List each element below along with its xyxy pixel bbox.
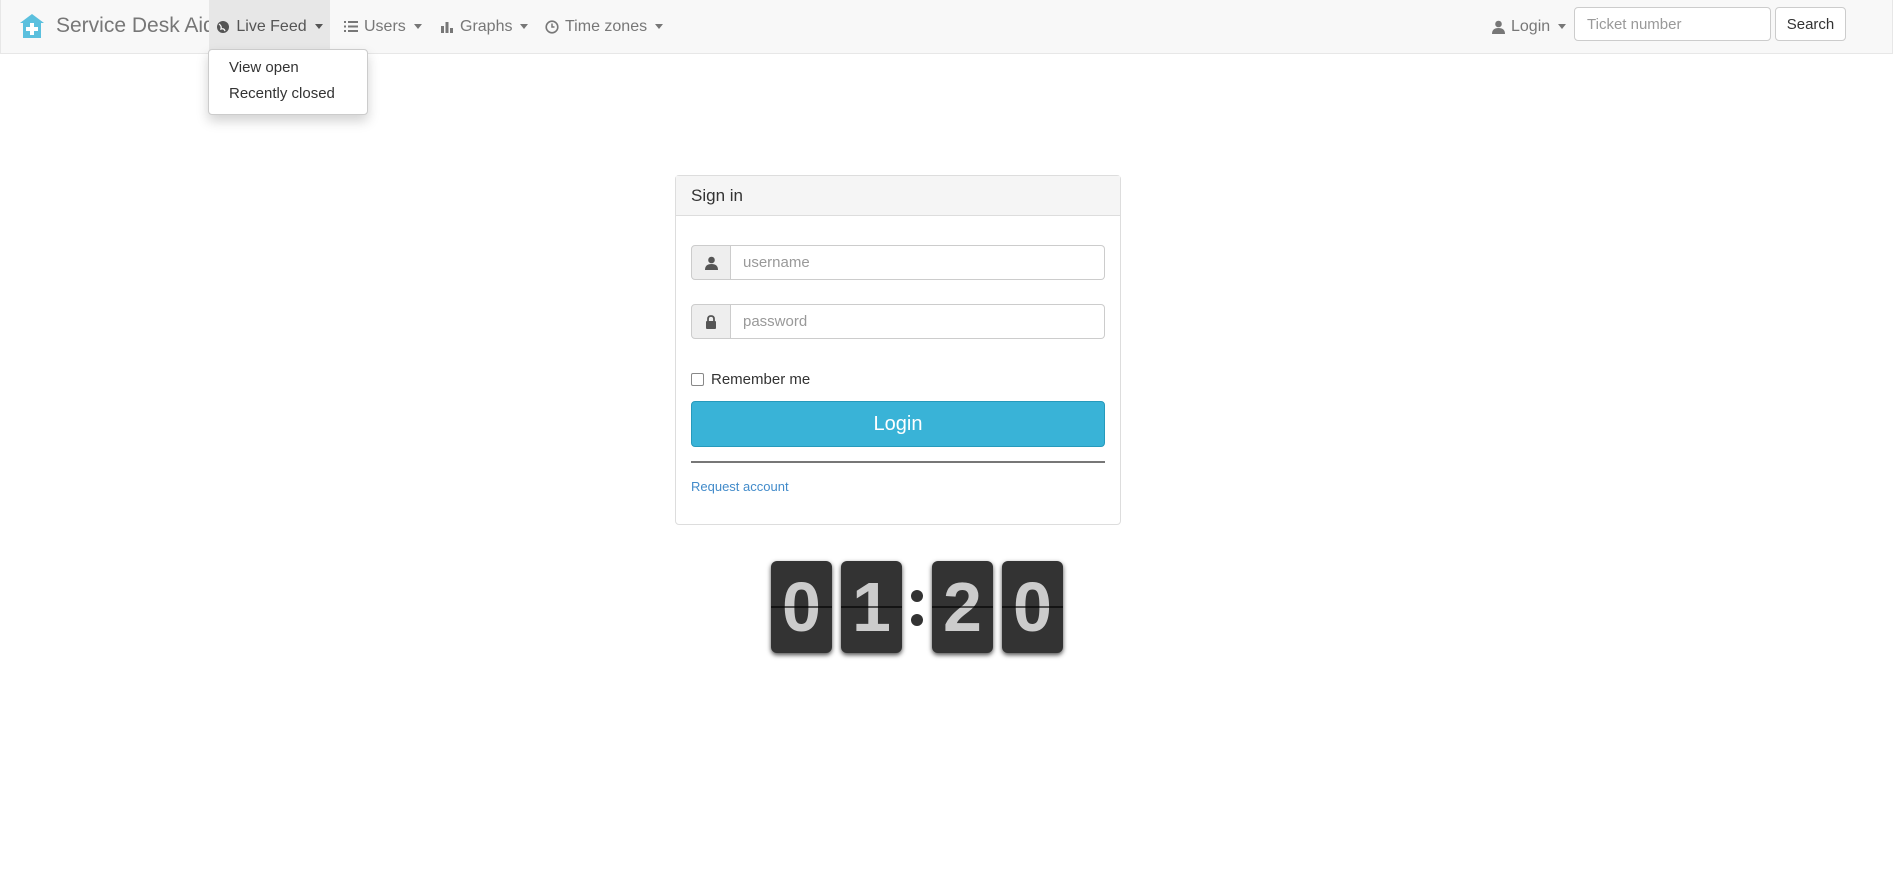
service-desk-logo-icon xyxy=(18,12,46,40)
nav-users[interactable]: Users xyxy=(344,0,422,53)
live-feed-dropdown-menu: View open Recently closed xyxy=(208,49,368,115)
password-input-group xyxy=(691,304,1105,339)
globe-icon xyxy=(216,20,230,34)
dropdown-item-recently-closed[interactable]: Recently closed xyxy=(229,85,335,102)
chevron-down-icon xyxy=(314,24,323,29)
brand[interactable]: Service Desk Aid xyxy=(18,8,215,44)
brand-name: Service Desk Aid xyxy=(56,14,215,37)
sign-in-panel: Sign in Remember me Login Request accoun… xyxy=(675,175,1121,525)
nav-login-label: Login xyxy=(1511,17,1551,35)
remember-me-label: Remember me xyxy=(711,371,811,388)
remember-me-checkbox[interactable] xyxy=(691,373,704,386)
nav-login[interactable]: Login xyxy=(1492,0,1567,53)
nav-live-feed-label: Live Feed xyxy=(236,17,307,35)
chevron-down-icon xyxy=(655,24,664,29)
chevron-down-icon xyxy=(520,24,529,29)
nav-time-zones[interactable]: Time zones xyxy=(545,0,664,53)
list-icon xyxy=(344,20,358,33)
username-input-group xyxy=(691,245,1105,280)
chevron-down-icon xyxy=(1558,24,1567,29)
login-button[interactable]: Login xyxy=(691,401,1105,447)
clock-digit: 0 xyxy=(771,561,832,653)
nav-live-feed[interactable]: Live Feed xyxy=(209,0,330,53)
nav-users-label: Users xyxy=(364,17,406,35)
ticket-search-input[interactable] xyxy=(1574,7,1771,41)
nav-graphs[interactable]: Graphs xyxy=(441,0,529,53)
remember-me[interactable]: Remember me xyxy=(691,371,810,388)
bar-chart-icon xyxy=(441,20,454,33)
username-field[interactable] xyxy=(731,245,1105,280)
user-icon xyxy=(691,245,731,280)
panel-title: Sign in xyxy=(676,176,1120,216)
clock-digit: 0 xyxy=(1002,561,1063,653)
nav-time-zones-label: Time zones xyxy=(565,17,648,35)
clock-digit: 1 xyxy=(841,561,902,653)
clock-digit: 2 xyxy=(932,561,993,653)
divider xyxy=(691,461,1105,463)
clock-icon xyxy=(545,19,559,34)
chevron-down-icon xyxy=(413,24,422,29)
lock-icon xyxy=(691,304,731,339)
request-account-link[interactable]: Request account xyxy=(691,479,789,494)
user-icon xyxy=(1492,20,1505,34)
search-button[interactable]: Search xyxy=(1775,7,1846,41)
clock-colon xyxy=(902,561,932,653)
top-navbar: Service Desk Aid Live Feed Users Graphs xyxy=(0,0,1893,54)
nav-graphs-label: Graphs xyxy=(460,17,513,35)
dropdown-item-view-open[interactable]: View open xyxy=(229,59,299,76)
password-field[interactable] xyxy=(731,304,1105,339)
